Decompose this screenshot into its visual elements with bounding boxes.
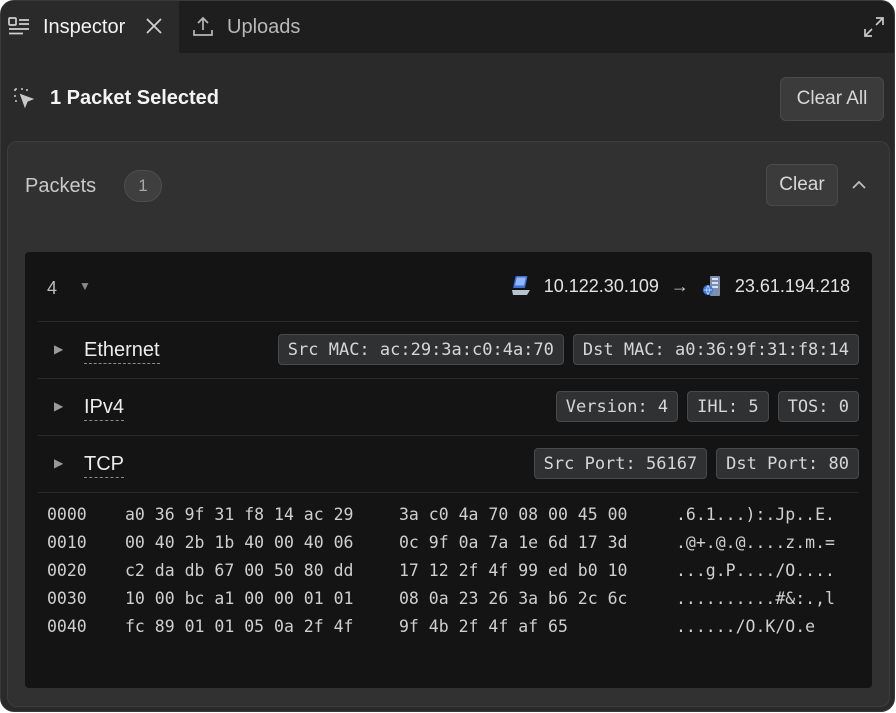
packet-route: 10.122.30.109 → 23.61.194.218 (510, 274, 850, 298)
layer-ipv4[interactable]: ▶ IPv4 Version: 4 IHL: 5 TOS: 0 (38, 378, 859, 435)
hex-dump: 0000 a0 36 9f 31 f8 14 ac 29 3a c0 4a 70… (38, 492, 859, 645)
clear-button[interactable]: Clear (766, 164, 838, 206)
server-icon (701, 274, 725, 298)
hex-ascii: ...g.P..../O.... (676, 561, 835, 580)
hex-bytes: a0 36 9f 31 f8 14 ac 29 (125, 505, 354, 524)
computer-icon (510, 274, 534, 298)
layer-name[interactable]: TCP (84, 453, 124, 478)
field-chip: Src MAC: ac:29:3a:c0:4a:70 (277, 334, 564, 365)
hex-offset: 0020 (47, 561, 87, 580)
hex-ascii: ..........#&:.,l (676, 589, 835, 608)
caret-right-icon[interactable]: ▶ (54, 342, 63, 356)
tab-uploads-label: Uploads (227, 15, 301, 38)
hex-offset: 0040 (47, 617, 87, 636)
packets-title: Packets (25, 175, 97, 197)
hex-bytes: 08 0a 23 26 3a b6 2c 6c (399, 589, 628, 608)
layer-name[interactable]: Ethernet (84, 339, 160, 364)
inspector-icon (7, 15, 31, 39)
hex-ascii: ....../O.K/O.e (676, 617, 816, 636)
inspector-window: Inspector Uploads 1 Packet Selected Clea… (0, 0, 895, 712)
source-ip: 10.122.30.109 (543, 275, 659, 296)
layer-fields: Version: 4 IHL: 5 TOS: 0 (555, 391, 859, 422)
hex-bytes: 0c 9f 0a 7a 1e 6d 17 3d (399, 533, 628, 552)
caret-right-icon[interactable]: ▶ (54, 456, 63, 470)
close-icon[interactable] (143, 15, 165, 37)
packet-card: 4 ▼ 10.122.30.109 → 23.61.194.218 ▶ Ethe… (25, 252, 872, 688)
clear-all-button[interactable]: Clear All (780, 77, 884, 121)
hex-ascii: .@+.@.@....z.m.= (676, 533, 835, 552)
hex-offset: 0030 (47, 589, 87, 608)
field-chip: TOS: 0 (777, 391, 859, 422)
destination-ip: 23.61.194.218 (734, 275, 850, 296)
layer-tcp[interactable]: ▶ TCP Src Port: 56167 Dst Port: 80 (38, 435, 859, 492)
caret-right-icon[interactable]: ▶ (54, 399, 63, 413)
hex-bytes: fc 89 01 01 05 0a 2f 4f (125, 617, 354, 636)
selection-title: 1 Packet Selected (50, 87, 219, 109)
tab-inspector[interactable]: Inspector (1, 1, 179, 53)
selection-header: 1 Packet Selected Clear All (1, 53, 894, 141)
field-chip: Version: 4 (555, 391, 679, 422)
selection-cursor-icon (13, 87, 35, 109)
layer-fields: Src Port: 56167 Dst Port: 80 (533, 448, 859, 479)
layer-ethernet[interactable]: ▶ Ethernet Src MAC: ac:29:3a:c0:4a:70 Ds… (38, 321, 859, 378)
tab-uploads[interactable]: Uploads (191, 1, 300, 53)
hex-ascii: .6.1...):.Jp..E. (676, 505, 835, 524)
field-chip: IHL: 5 (687, 391, 769, 422)
field-chip: Dst MAC: a0:36:9f:31:f8:14 (572, 334, 859, 365)
chevron-up-icon[interactable] (848, 174, 870, 196)
packets-panel: Packets 1 Clear 4 ▼ 10.122.30.109 → 23.6… (7, 141, 890, 707)
layer-fields: Src MAC: ac:29:3a:c0:4a:70 Dst MAC: a0:3… (277, 334, 859, 365)
hex-bytes: 17 12 2f 4f 99 ed b0 10 (399, 561, 628, 580)
field-chip: Dst Port: 80 (716, 448, 859, 479)
hex-offset: 0000 (47, 505, 87, 524)
packet-count-badge: 1 (124, 170, 162, 202)
hex-row: 0020 c2 da db 67 00 50 80 dd 17 12 2f 4f… (38, 561, 859, 589)
tab-bar: Inspector Uploads (1, 1, 894, 53)
hex-row: 0010 00 40 2b 1b 40 00 40 06 0c 9f 0a 7a… (38, 533, 859, 561)
tab-inspector-label: Inspector (43, 15, 126, 38)
upload-icon (191, 15, 215, 39)
hex-bytes: 10 00 bc a1 00 00 01 01 (125, 589, 354, 608)
route-arrow: → (670, 275, 689, 296)
layer-name[interactable]: IPv4 (84, 396, 125, 421)
hex-bytes: 3a c0 4a 70 08 00 45 00 (399, 505, 628, 524)
hex-row: 0030 10 00 bc a1 00 00 01 01 08 0a 23 26… (38, 589, 859, 617)
hex-row: 0040 fc 89 01 01 05 0a 2f 4f 9f 4b 2f 4f… (38, 617, 859, 645)
hex-offset: 0010 (47, 533, 87, 552)
hex-bytes: 00 40 2b 1b 40 00 40 06 (125, 533, 354, 552)
hex-bytes: 9f 4b 2f 4f af 65 (399, 617, 568, 636)
caret-down-icon[interactable]: ▼ (79, 279, 91, 293)
field-chip: Src Port: 56167 (533, 448, 708, 479)
hex-row: 0000 a0 36 9f 31 f8 14 ac 29 3a c0 4a 70… (38, 505, 859, 533)
packet-number: 4 (47, 278, 58, 298)
hex-bytes: c2 da db 67 00 50 80 dd (125, 561, 354, 580)
expand-icon[interactable] (862, 15, 886, 39)
